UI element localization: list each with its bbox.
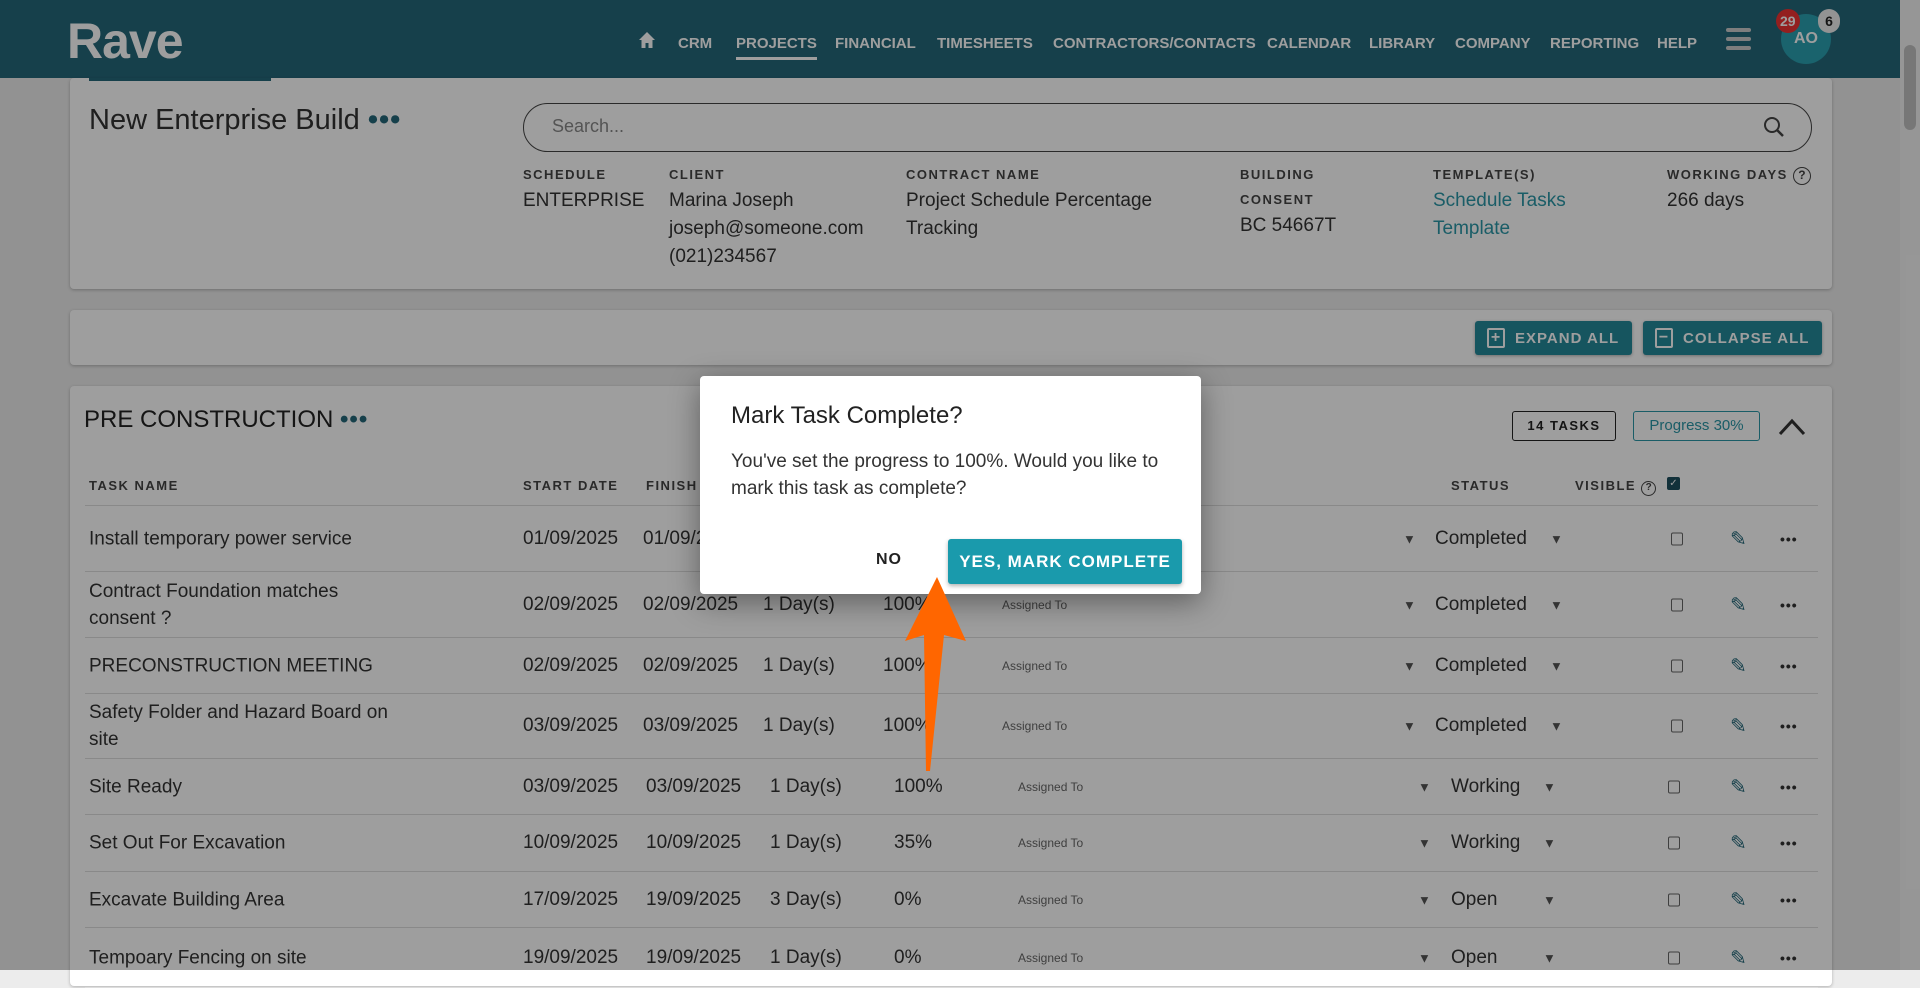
dialog-message: You've set the progress to 100%. Would y… xyxy=(731,451,1159,499)
no-button[interactable]: NO xyxy=(876,551,902,569)
dialog-title: Mark Task Complete? xyxy=(731,402,963,429)
mark-complete-dialog: Mark Task Complete? You've set the progr… xyxy=(700,376,1201,594)
yes-mark-complete-button[interactable]: YES, MARK COMPLETE xyxy=(948,539,1182,584)
annotation-arrow-icon xyxy=(900,575,970,780)
